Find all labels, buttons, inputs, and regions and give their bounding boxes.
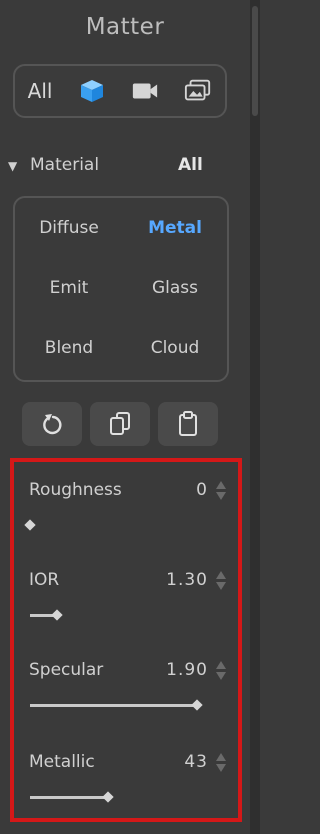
param-label: Specular <box>29 660 104 680</box>
filter-all-button[interactable]: All <box>28 79 53 103</box>
param-specular: Specular 1.90 <box>14 660 246 740</box>
material-metal[interactable]: Metal <box>125 218 225 238</box>
material-emit[interactable]: Emit <box>19 278 119 298</box>
material-toolbar <box>22 402 222 448</box>
param-ior: IOR 1.30 <box>14 570 246 650</box>
param-metallic: Metallic 43 <box>14 752 246 832</box>
slider-handle[interactable] <box>102 791 114 803</box>
collapse-arrow-icon[interactable]: ▼ <box>8 159 17 173</box>
param-label: Roughness <box>29 480 122 500</box>
param-value[interactable]: 43 <box>184 752 208 772</box>
param-value[interactable]: 1.30 <box>166 570 208 590</box>
panel-title: Matter <box>85 14 165 40</box>
param-roughness: Roughness 0 <box>14 480 246 560</box>
reset-icon <box>43 414 62 435</box>
paste-icon <box>179 411 197 436</box>
param-value[interactable]: 1.90 <box>166 660 208 680</box>
paste-button[interactable] <box>158 402 218 446</box>
video-camera-icon[interactable] <box>131 77 159 105</box>
param-label: IOR <box>29 570 60 590</box>
slider[interactable] <box>30 609 200 621</box>
slider[interactable] <box>30 791 200 803</box>
material-cloud[interactable]: Cloud <box>125 338 225 358</box>
copy-button[interactable] <box>90 402 150 446</box>
stepper-icon[interactable] <box>214 752 228 774</box>
section-label: Material <box>30 155 100 175</box>
param-label: Metallic <box>29 752 95 772</box>
material-all-button[interactable]: All <box>178 155 203 175</box>
parameters-highlight: Roughness 0 IOR 1.30 Specular 1.90 Metal… <box>10 458 242 822</box>
slider[interactable] <box>24 519 200 531</box>
stepper-icon[interactable] <box>214 570 228 592</box>
slider[interactable] <box>30 699 203 711</box>
cube-icon[interactable] <box>78 77 106 105</box>
material-section-header[interactable]: ▼ Material All <box>8 155 208 181</box>
filter-bar: All <box>13 64 227 118</box>
material-diffuse[interactable]: Diffuse <box>19 218 119 238</box>
image-icon[interactable] <box>184 77 212 105</box>
reset-button[interactable] <box>22 402 82 446</box>
slider-handle[interactable] <box>191 699 203 711</box>
matter-panel: Matter All ▼ Material All Diffuse Metal … <box>0 0 250 834</box>
scroll-thumb[interactable] <box>252 6 258 116</box>
param-value[interactable]: 0 <box>196 480 208 500</box>
copy-icon <box>110 412 130 435</box>
stepper-icon[interactable] <box>214 660 228 682</box>
material-glass[interactable]: Glass <box>125 278 225 298</box>
slider-handle[interactable] <box>24 519 36 531</box>
slider-handle[interactable] <box>51 609 63 621</box>
material-blend[interactable]: Blend <box>19 338 119 358</box>
stepper-icon[interactable] <box>214 480 228 502</box>
scrollbar[interactable] <box>250 0 260 834</box>
material-grid: Diffuse Metal Emit Glass Blend Cloud <box>13 196 229 382</box>
